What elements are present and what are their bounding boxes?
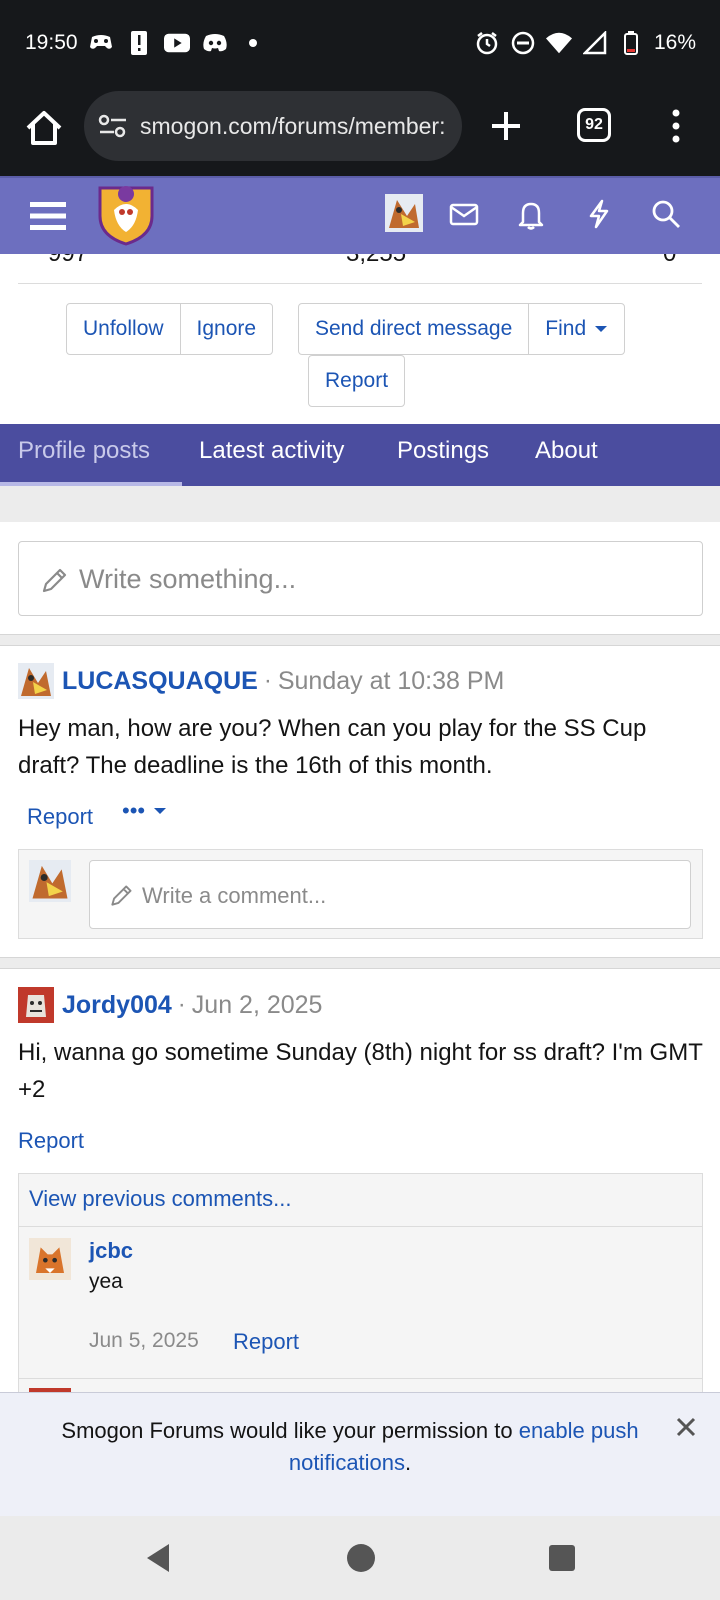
post-body: Hey man, how are you? When can you play … <box>18 715 647 779</box>
stat-reactions: 3,255 <box>346 254 406 268</box>
tab-postings[interactable]: Postings <box>397 437 489 465</box>
hamburger-menu-icon[interactable] <box>28 196 68 236</box>
comment-divider <box>19 1378 702 1379</box>
avatar[interactable] <box>18 663 54 699</box>
battery-icon <box>618 30 644 56</box>
avatar <box>29 860 71 902</box>
signal-icon <box>582 30 608 56</box>
send-direct-message-button[interactable]: Send direct message <box>299 304 530 354</box>
notification-period: . <box>405 1450 412 1475</box>
profile-stats-row: 997 3,255 0 <box>18 254 702 284</box>
home-nav-icon[interactable] <box>345 1542 377 1574</box>
write-comment-placeholder: Write a comment... <box>142 883 327 908</box>
alert-icon <box>126 30 152 56</box>
tab-profile-posts[interactable]: Profile posts <box>18 437 150 465</box>
url-text: smogon.com/forums/member: <box>140 113 446 139</box>
avatar[interactable] <box>18 987 54 1023</box>
post-header: Jordy004 · Jun 2, 2025 <box>18 987 322 1023</box>
tab-about[interactable]: About <box>535 437 598 465</box>
write-something-placeholder: Write something... <box>79 564 297 594</box>
comment-text: yea <box>89 1270 123 1293</box>
more-options-button[interactable]: ••• <box>122 798 167 824</box>
post-separator <box>0 957 720 969</box>
do-not-disturb-icon <box>510 30 536 56</box>
home-icon[interactable] <box>22 106 66 150</box>
post-report-link[interactable]: Report <box>18 1128 84 1154</box>
unfollow-button[interactable]: Unfollow <box>67 304 181 354</box>
caret-down-icon <box>154 808 167 814</box>
stat-points: 0 <box>663 254 676 268</box>
post-body: Hi, wanna go sometime Sunday (8th) night… <box>18 1039 703 1103</box>
site-settings-icon[interactable] <box>98 113 128 139</box>
notification-text: Smogon Forums would like your permission… <box>61 1418 519 1443</box>
close-icon[interactable] <box>672 1413 700 1441</box>
dm-find-group: Send direct message Find <box>298 303 626 355</box>
post-username[interactable]: LUCASQUAQUE <box>62 667 258 696</box>
battery-percent: 16% <box>653 31 696 54</box>
url-bar[interactable]: smogon.com/forums/member: <box>84 91 462 161</box>
pencil-icon <box>39 566 69 596</box>
comment-username[interactable]: jcbc <box>89 1238 133 1264</box>
post-username[interactable]: Jordy004 <box>62 991 172 1020</box>
game-controller-icon <box>88 30 114 56</box>
discord-icon <box>202 30 228 56</box>
caret-down-icon <box>595 326 608 332</box>
search-icon[interactable] <box>650 198 682 230</box>
find-label: Find <box>545 317 587 340</box>
post-timestamp[interactable]: Sunday at 10:38 PM <box>278 667 505 696</box>
push-notification-banner: Smogon Forums would like your permission… <box>0 1392 720 1516</box>
comment-report-link[interactable]: Report <box>233 1329 299 1355</box>
separator-dot: · <box>177 991 186 1018</box>
comment-divider <box>19 1226 702 1227</box>
wifi-icon <box>545 30 572 56</box>
more-vert-icon[interactable] <box>666 106 686 146</box>
system-nav-bar <box>0 1516 720 1600</box>
follow-ignore-group: Unfollow Ignore <box>66 303 274 355</box>
mail-icon[interactable] <box>448 198 480 230</box>
browser-toolbar: smogon.com/forums/member: 92 <box>0 88 720 176</box>
tab-switcher-button[interactable]: 92 <box>577 108 611 142</box>
new-tab-icon[interactable] <box>486 106 526 146</box>
smogon-logo[interactable] <box>96 182 156 246</box>
recents-icon[interactable] <box>548 1544 576 1572</box>
report-user-button[interactable]: Report <box>309 356 404 406</box>
bell-icon[interactable] <box>515 198 547 230</box>
comment-box: Write a comment... <box>18 849 703 939</box>
user-avatar[interactable] <box>385 194 423 232</box>
comment-timestamp[interactable]: Jun 5, 2025 <box>89 1329 199 1353</box>
profile-tabs: Profile posts Latest activity Postings A… <box>0 424 720 486</box>
ignore-button[interactable]: Ignore <box>181 304 273 354</box>
separator-dot: · <box>263 667 272 694</box>
dot-icon <box>240 30 266 56</box>
comments-list: View previous comments... jcbc yea Jun 5… <box>18 1173 703 1404</box>
post-timestamp[interactable]: Jun 2, 2025 <box>192 991 323 1020</box>
post-separator <box>0 634 720 646</box>
alarm-icon <box>474 30 500 56</box>
report-group: Report <box>308 355 406 407</box>
section-divider <box>0 486 720 522</box>
write-something-input[interactable]: Write something... <box>18 541 703 616</box>
notification-message: Smogon Forums would like your permission… <box>40 1415 660 1479</box>
stat-messages: 997 <box>48 254 88 268</box>
pencil-icon <box>108 883 134 909</box>
forum-header <box>0 176 720 254</box>
youtube-icon <box>164 30 190 56</box>
more-dots: ••• <box>122 798 146 823</box>
tab-latest-activity[interactable]: Latest activity <box>199 437 344 465</box>
post-header: LUCASQUAQUE · Sunday at 10:38 PM <box>18 663 504 699</box>
post-report-link[interactable]: Report <box>27 804 93 830</box>
status-bar: 19:50 16% <box>0 0 720 88</box>
find-button[interactable]: Find <box>529 304 624 354</box>
view-previous-comments-link[interactable]: View previous comments... <box>29 1186 291 1212</box>
avatar[interactable] <box>29 1238 71 1280</box>
status-time: 19:50 <box>25 31 78 54</box>
lightning-icon[interactable] <box>583 198 615 230</box>
write-comment-input[interactable]: Write a comment... <box>89 860 691 929</box>
back-icon[interactable] <box>143 1542 173 1574</box>
